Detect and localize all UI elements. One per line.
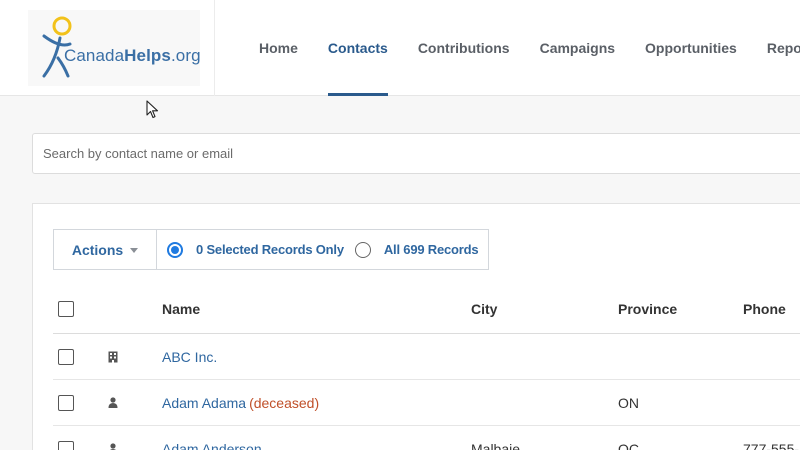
column-header-name[interactable]: Name [162,284,200,333]
canadahelps-logo[interactable]: CanadaHelps.org [28,10,201,86]
contact-name-cell: ABC Inc. [162,334,217,379]
province-cell: QC [618,440,639,450]
nav-reports[interactable]: Reports [752,0,800,96]
column-header-province[interactable]: Province [618,284,677,333]
contact-name-cell: Adam Anderson [162,426,262,450]
bulk-actions-toolbar: Actions 0 Selected Records Only All 699 … [53,229,490,271]
contact-search-input[interactable] [32,133,800,174]
row-checkbox[interactable] [58,440,74,450]
actions-dropdown-button[interactable]: Actions [53,229,157,270]
deceased-tag: (deceased) [249,394,320,411]
caret-down-icon [130,248,139,253]
contact-name-link[interactable]: Adam Anderson [162,441,262,450]
person-icon [108,380,118,425]
mouse-pointer-icon [146,100,159,119]
nav-contacts[interactable]: Contacts [313,0,403,96]
all-records-option[interactable]: All 699 Records [354,241,479,258]
main-nav: Home Contacts Contributions Campaigns Op… [244,0,800,96]
contact-name-link[interactable]: ABC Inc. [162,349,217,365]
table-row: ABC Inc. [53,334,800,380]
person-icon [108,426,118,450]
phone-cell: 777-555- [743,440,800,450]
row-select-cell [58,426,74,450]
nav-home[interactable]: Home [244,0,313,96]
table-row: Adam Anderson Malbaie QC 777-555- [53,426,800,450]
row-select-cell [58,380,74,425]
column-header-city[interactable]: City [471,284,497,333]
selected-records-option[interactable]: 0 Selected Records Only [167,241,344,258]
contact-name-link[interactable]: Adam Adama [162,395,246,411]
contact-name-cell: Adam Adama (deceased) [162,380,319,425]
selected-records-radio[interactable] [167,241,183,258]
city-cell: Malbaie [471,440,521,450]
select-all-checkbox[interactable] [58,300,74,317]
province-cell: ON [618,394,639,411]
row-select-cell [58,334,74,379]
nav-campaigns[interactable]: Campaigns [525,0,630,96]
logo-text: CanadaHelps.org [64,46,201,65]
selected-records-label: 0 Selected Records Only [196,242,344,257]
select-all-cell [58,284,74,333]
table-row: Adam Adama (deceased) ON [53,380,800,426]
table-header-row: Name City Province Phone [53,284,800,334]
row-checkbox[interactable] [58,394,74,411]
actions-label: Actions [71,241,124,258]
building-icon [108,334,118,379]
record-scope-selector: 0 Selected Records Only All 699 Records [157,229,490,270]
top-navigation-bar: CanadaHelps.org Home Contacts Contributi… [0,0,800,96]
logo-divider [214,0,215,96]
all-records-label: All 699 Records [383,242,479,257]
contacts-panel: Actions 0 Selected Records Only All 699 … [32,203,800,450]
contacts-table: Name City Province Phone ABC Inc. Adam A… [53,284,800,450]
row-checkbox[interactable] [58,348,74,365]
column-header-phone[interactable]: Phone [743,284,786,333]
all-records-radio[interactable] [354,241,371,258]
nav-contributions[interactable]: Contributions [403,0,525,96]
nav-opportunities[interactable]: Opportunities [630,0,752,96]
